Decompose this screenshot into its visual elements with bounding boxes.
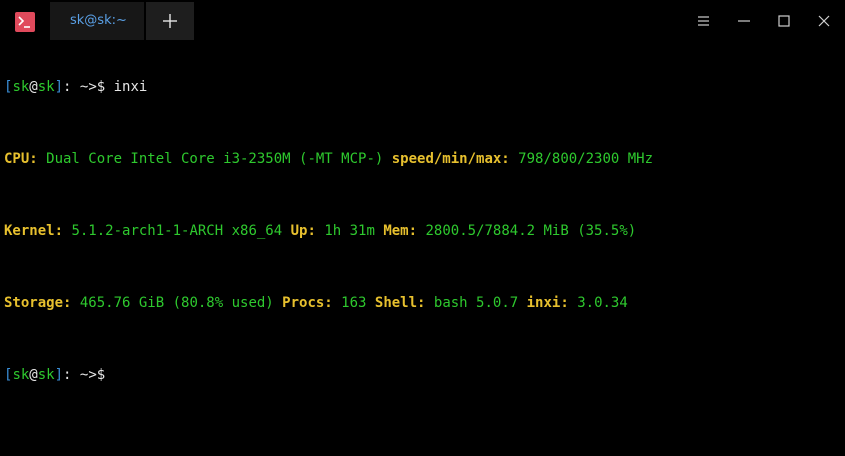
prompt-at: @ — [29, 79, 38, 95]
minimize-button[interactable] — [735, 12, 753, 30]
prompt-bracket-close: ] — [54, 79, 64, 95]
prompt-user: sk — [12, 367, 30, 383]
info-value: 798/800/2300 MHz — [509, 151, 654, 167]
prompt-bracket-close: ] — [54, 367, 64, 383]
minimize-icon — [738, 20, 750, 22]
close-button[interactable] — [815, 12, 833, 30]
info-value: 2800.5/7884.2 MiB (35.5%) — [417, 223, 637, 239]
close-icon — [818, 15, 830, 27]
terminal-cursor — [105, 366, 113, 381]
prompt-user: sk — [12, 79, 30, 95]
prompt-path: : ~>$ — [63, 79, 106, 95]
info-value: 465.76 GiB (80.8% used) — [71, 295, 283, 311]
new-tab-button[interactable] — [146, 2, 194, 40]
terminal-output[interactable]: [sk@sk]: ~>$ inxi CPU: Dual Core Intel C… — [4, 42, 840, 402]
tab-title: sk@sk:~ — [70, 13, 127, 28]
prompt-line: [sk@sk]: ~>$ inxi — [4, 78, 840, 96]
info-value: 1h 31m — [315, 223, 384, 239]
plus-icon — [163, 14, 177, 28]
menu-button[interactable] — [695, 12, 713, 30]
info-value: 5.1.2-arch1-1-ARCH x86_64 — [63, 223, 291, 239]
maximize-button[interactable] — [775, 12, 793, 30]
output-line: Storage: 465.76 GiB (80.8% used) Procs: … — [4, 294, 840, 312]
output-line: CPU: Dual Core Intel Core i3-2350M (-MT … — [4, 150, 840, 168]
info-label: CPU: — [4, 151, 38, 167]
info-label: Shell: — [374, 295, 426, 311]
prompt-line: [sk@sk]: ~>$ — [4, 366, 840, 384]
prompt-at: @ — [29, 367, 38, 383]
info-value: 163 — [332, 295, 375, 311]
info-value: bash 5.0.7 — [425, 295, 527, 311]
info-label: Mem: — [383, 223, 418, 239]
prompt-path: : ~>$ — [63, 367, 106, 383]
info-label: speed/min/max: — [391, 151, 510, 167]
info-label: Kernel: — [4, 223, 64, 239]
terminal-icon[interactable] — [15, 12, 35, 32]
tab-terminal[interactable]: sk@sk:~ — [50, 2, 144, 40]
info-label: Storage: — [4, 295, 72, 311]
title-bar: sk@sk:~ — [0, 0, 845, 42]
info-value: Dual Core Intel Core i3-2350M (-MT MCP-) — [37, 151, 392, 167]
info-label: inxi: — [526, 295, 569, 311]
info-value: 3.0.34 — [568, 295, 628, 311]
hamburger-menu-icon — [698, 16, 709, 26]
info-label: Up: — [290, 223, 316, 239]
prompt-host: sk — [37, 367, 55, 383]
output-line: Kernel: 5.1.2-arch1-1-ARCH x86_64 Up: 1h… — [4, 222, 840, 240]
command-text: inxi — [105, 79, 148, 95]
info-label: Procs: — [282, 295, 333, 311]
maximize-icon — [778, 15, 790, 27]
prompt-host: sk — [37, 79, 55, 95]
